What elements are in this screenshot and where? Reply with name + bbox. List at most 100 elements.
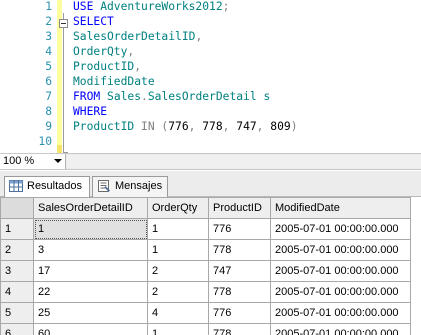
line-number: 10	[38, 135, 52, 148]
table-cell[interactable]: 2005-07-01 00:00:00.000	[270, 218, 411, 240]
code-token: .	[141, 90, 148, 103]
line-number: 6	[45, 75, 52, 88]
table-cell[interactable]: 2005-07-01 00:00:00.000	[270, 323, 411, 335]
row-header[interactable]: 4	[0, 281, 34, 303]
code-token: 747	[236, 120, 257, 133]
zoom-select[interactable]: 100 %	[0, 154, 66, 169]
code-line[interactable]: 1 USE AdventureWorks2012;	[0, 0, 421, 15]
line-number: 3	[45, 30, 52, 43]
row-header[interactable]: 6	[0, 323, 34, 335]
horizontal-scrollbar[interactable]	[67, 155, 421, 168]
code-token: 809	[270, 120, 291, 133]
row-header[interactable]: 3	[0, 260, 34, 282]
code-token: (	[154, 120, 169, 133]
line-number: 9	[45, 120, 52, 133]
table-cell[interactable]: 2005-07-01 00:00:00.000	[270, 260, 411, 282]
code-token: ,	[134, 60, 142, 73]
column-header[interactable]: SalesOrderDetailID	[33, 197, 148, 219]
column-header[interactable]: OrderQty	[147, 197, 209, 219]
table-cell[interactable]: 1	[147, 218, 209, 240]
table-cell[interactable]: 17	[33, 260, 148, 282]
table-cell[interactable]: 2005-07-01 00:00:00.000	[270, 239, 411, 261]
code-token: ,	[195, 30, 203, 43]
line-number: 8	[45, 105, 52, 118]
chevron-down-icon[interactable]	[54, 159, 62, 163]
table-cell[interactable]: 778	[208, 239, 271, 261]
code-token: Sales	[100, 90, 142, 103]
table-cell[interactable]: 776	[208, 302, 271, 324]
row-header[interactable]: 5	[0, 302, 34, 324]
code-token: ,	[188, 120, 203, 133]
table-cell[interactable]: 2	[147, 281, 209, 303]
code-token: FROM	[73, 90, 101, 103]
table-cell[interactable]: 22	[33, 281, 148, 303]
table-row[interactable]: 1 1 1 776 2005-07-01 00:00:00.000	[0, 218, 411, 240]
results-grid[interactable]: SalesOrderDetailID OrderQty ProductID Mo…	[0, 197, 421, 335]
zoom-value: 100 %	[3, 155, 35, 167]
editor-status-bar: 100 %	[0, 153, 421, 170]
code-text: USE AdventureWorks2012;	[73, 0, 229, 15]
table-cell[interactable]: 1	[147, 239, 209, 261]
tab-results[interactable]: Resultados	[4, 176, 90, 198]
table-row[interactable]: 6 60 1 778 2005-07-01 00:00:00.000	[0, 323, 411, 335]
code-text: ModifiedDate	[73, 74, 155, 90]
code-line[interactable]: 7 FROM Sales.SalesOrderDetail s	[0, 89, 421, 105]
code-token: ,	[127, 45, 135, 58]
line-number: 1	[45, 0, 52, 13]
code-line[interactable]: 8 WHERE	[0, 104, 421, 120]
code-token: OrderQty	[73, 45, 128, 58]
table-cell[interactable]: 25	[33, 302, 148, 324]
messages-icon	[98, 180, 110, 192]
code-token: 776	[168, 120, 189, 133]
code-line[interactable]: 3 SalesOrderDetailID,	[0, 29, 421, 45]
table-cell[interactable]: 1	[33, 218, 148, 240]
results-table: SalesOrderDetailID OrderQty ProductID Mo…	[0, 197, 411, 335]
code-token: ,	[256, 120, 271, 133]
table-cell[interactable]: 4	[147, 302, 209, 324]
code-token: WHERE	[73, 105, 108, 118]
header-row: SalesOrderDetailID OrderQty ProductID Mo…	[0, 197, 411, 219]
code-text: SalesOrderDetailID,	[73, 29, 202, 45]
code-line[interactable]: 5 ProductID,	[0, 59, 421, 75]
table-cell[interactable]: 2005-07-01 00:00:00.000	[270, 281, 411, 303]
code-token: SalesOrderDetail s	[147, 90, 271, 103]
column-header[interactable]: ProductID	[208, 197, 271, 219]
code-token: SELECT	[73, 15, 114, 28]
code-line[interactable]: 9 ProductID IN (776, 778, 747, 809)	[0, 119, 421, 135]
grid-corner[interactable]	[0, 197, 34, 219]
code-text: FROM Sales.SalesOrderDetail s	[73, 89, 270, 105]
table-cell[interactable]: 2005-07-01 00:00:00.000	[270, 302, 411, 324]
table-row[interactable]: 5 25 4 776 2005-07-01 00:00:00.000	[0, 302, 411, 324]
table-cell[interactable]: 3	[33, 239, 148, 261]
row-header[interactable]: 2	[0, 239, 34, 261]
code-token: USE	[73, 0, 94, 13]
code-token: ProductID	[73, 60, 135, 73]
tab-messages[interactable]: Mensajes	[92, 176, 168, 197]
line-number: 7	[45, 90, 52, 103]
column-header[interactable]: ModifiedDate	[270, 197, 411, 219]
table-row[interactable]: 4 22 2 778 2005-07-01 00:00:00.000	[0, 281, 411, 303]
results-tab-strip: Resultados Mensajes	[0, 171, 421, 198]
table-row[interactable]: 3 17 2 747 2005-07-01 00:00:00.000	[0, 260, 411, 282]
table-row[interactable]: 2 3 1 778 2005-07-01 00:00:00.000	[0, 239, 411, 261]
code-line[interactable]: 2 SELECT	[0, 14, 421, 30]
line-number: 5	[45, 60, 52, 73]
table-cell[interactable]: 60	[33, 323, 148, 335]
code-line[interactable]: 10	[0, 134, 421, 150]
table-cell[interactable]: 776	[208, 218, 271, 240]
table-cell[interactable]: 778	[208, 323, 271, 335]
table-cell[interactable]: 2	[147, 260, 209, 282]
code-token: 778	[202, 120, 223, 133]
code-text: WHERE	[73, 104, 107, 120]
code-text: OrderQty,	[73, 44, 134, 60]
table-cell[interactable]: 778	[208, 281, 271, 303]
table-cell[interactable]: 1	[147, 323, 209, 335]
tab-messages-label: Mensajes	[115, 180, 163, 192]
code-line[interactable]: 4 OrderQty,	[0, 44, 421, 60]
code-token: ,	[222, 120, 237, 133]
row-header[interactable]: 1	[0, 218, 34, 240]
code-line[interactable]: 6 ModifiedDate	[0, 74, 421, 90]
sql-editor[interactable]: 1 USE AdventureWorks2012; 2 SELECT 3 SalesOrd…	[0, 0, 421, 153]
code-token: ProductID	[73, 120, 142, 133]
table-cell[interactable]: 747	[208, 260, 271, 282]
